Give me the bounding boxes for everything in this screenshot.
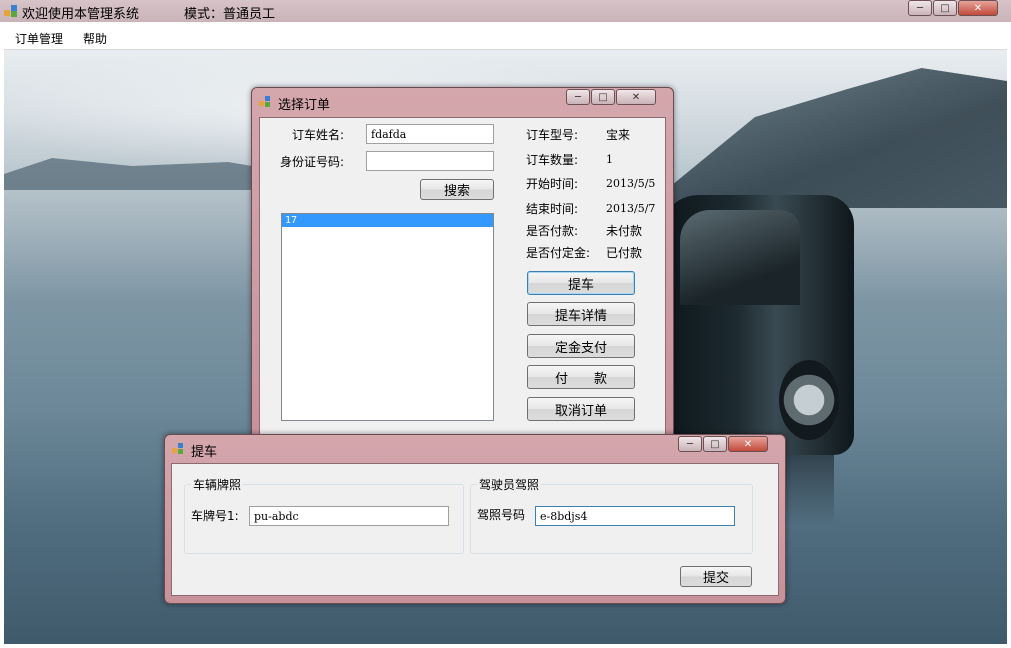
menu-order-management[interactable]: 订单管理 — [15, 30, 63, 47]
id-label: 身份证号码: — [280, 155, 345, 169]
paid-value: 未付款 — [606, 224, 643, 238]
close-icon[interactable]: ✕ — [616, 89, 656, 105]
minimize-icon[interactable]: ─ — [908, 0, 932, 16]
menu-help[interactable]: 帮助 — [83, 30, 107, 47]
maximize-icon[interactable]: □ — [703, 436, 727, 452]
dialog-client-area: 订车姓名: 身份证号码: 搜索 17 订车型号: 宝来 订车数量: 1 开始时间… — [259, 117, 666, 448]
license-label: 驾照号码 — [477, 508, 526, 522]
close-icon[interactable]: ✕ — [958, 0, 998, 16]
right-mountain — [644, 68, 1007, 208]
plate-group-title: 车辆牌照 — [191, 476, 244, 493]
search-button[interactable]: 搜索 — [420, 179, 494, 200]
list-item[interactable]: 17 — [282, 214, 493, 227]
pay-button[interactable]: 付 款 — [527, 365, 635, 389]
submit-button[interactable]: 提交 — [680, 566, 752, 587]
plate-input[interactable] — [249, 506, 449, 526]
window-caption-buttons: ─ □ ✕ — [907, 0, 998, 16]
dialog-client-area: 车辆牌照 车牌号1: 驾驶员驾照 驾照号码 提交 — [171, 463, 779, 596]
dialog-title: 选择订单 — [278, 98, 331, 113]
pickup-button[interactable]: 提车 — [527, 271, 635, 295]
order-listbox[interactable]: 17 — [281, 213, 494, 421]
window-title: 欢迎使用本管理系统 — [22, 7, 140, 22]
quantity-value: 1 — [606, 153, 613, 166]
plate-label: 车牌号1: — [191, 509, 239, 523]
name-label: 订车姓名: — [292, 128, 345, 142]
main-title-bar: 欢迎使用本管理系统 模式：普通员工 ─ □ ✕ — [0, 0, 1011, 22]
minimize-icon[interactable]: ─ — [678, 436, 702, 452]
dialog-icon — [259, 96, 270, 107]
dialog-caption-buttons: ─ □ ✕ — [677, 436, 768, 452]
pickup-dialog: 提车 ─ □ ✕ 车辆牌照 车牌号1: 驾驶员驾照 驾照号码 提交 — [164, 434, 786, 604]
app-icon — [4, 5, 17, 17]
mode-label: 模式：普通员工 — [184, 7, 276, 22]
id-input[interactable] — [366, 151, 494, 171]
paid-label: 是否付款: — [526, 224, 579, 238]
deposit-pay-button[interactable]: 定金支付 — [527, 334, 635, 358]
maximize-icon[interactable]: □ — [591, 89, 615, 105]
plate-groupbox: 车辆牌照 车牌号1: — [184, 476, 464, 554]
deposit-label: 是否付定金: — [526, 246, 591, 260]
maximize-icon[interactable]: □ — [933, 0, 957, 16]
name-input[interactable] — [366, 124, 494, 144]
close-icon[interactable]: ✕ — [728, 436, 768, 452]
license-group-title: 驾驶员驾照 — [477, 476, 542, 493]
car-window — [680, 210, 800, 305]
quantity-label: 订车数量: — [526, 153, 579, 167]
dialog-icon — [172, 443, 183, 454]
pickup-detail-button[interactable]: 提车详情 — [527, 302, 635, 326]
license-groupbox: 驾驶员驾照 驾照号码 — [470, 476, 753, 554]
minimize-icon[interactable]: ─ — [566, 89, 590, 105]
dialog-title: 提车 — [191, 445, 218, 460]
start-time-value: 2013/5/5 — [606, 177, 656, 190]
car-wheel — [779, 360, 839, 440]
menu-bar: 订单管理 帮助 — [4, 24, 1007, 50]
car-model-label: 订车型号: — [526, 128, 579, 142]
license-input[interactable] — [535, 506, 735, 526]
end-time-label: 结束时间: — [526, 202, 579, 216]
deposit-value: 已付款 — [606, 246, 643, 260]
end-time-value: 2013/5/7 — [606, 202, 656, 215]
car-model-value: 宝来 — [606, 128, 631, 142]
select-order-dialog: 选择订单 ─ □ ✕ 订车姓名: 身份证号码: 搜索 17 订车型号: 宝来 订… — [251, 87, 674, 449]
start-time-label: 开始时间: — [526, 177, 579, 191]
cancel-order-button[interactable]: 取消订单 — [527, 397, 635, 421]
dialog-caption-buttons: ─ □ ✕ — [565, 89, 656, 105]
